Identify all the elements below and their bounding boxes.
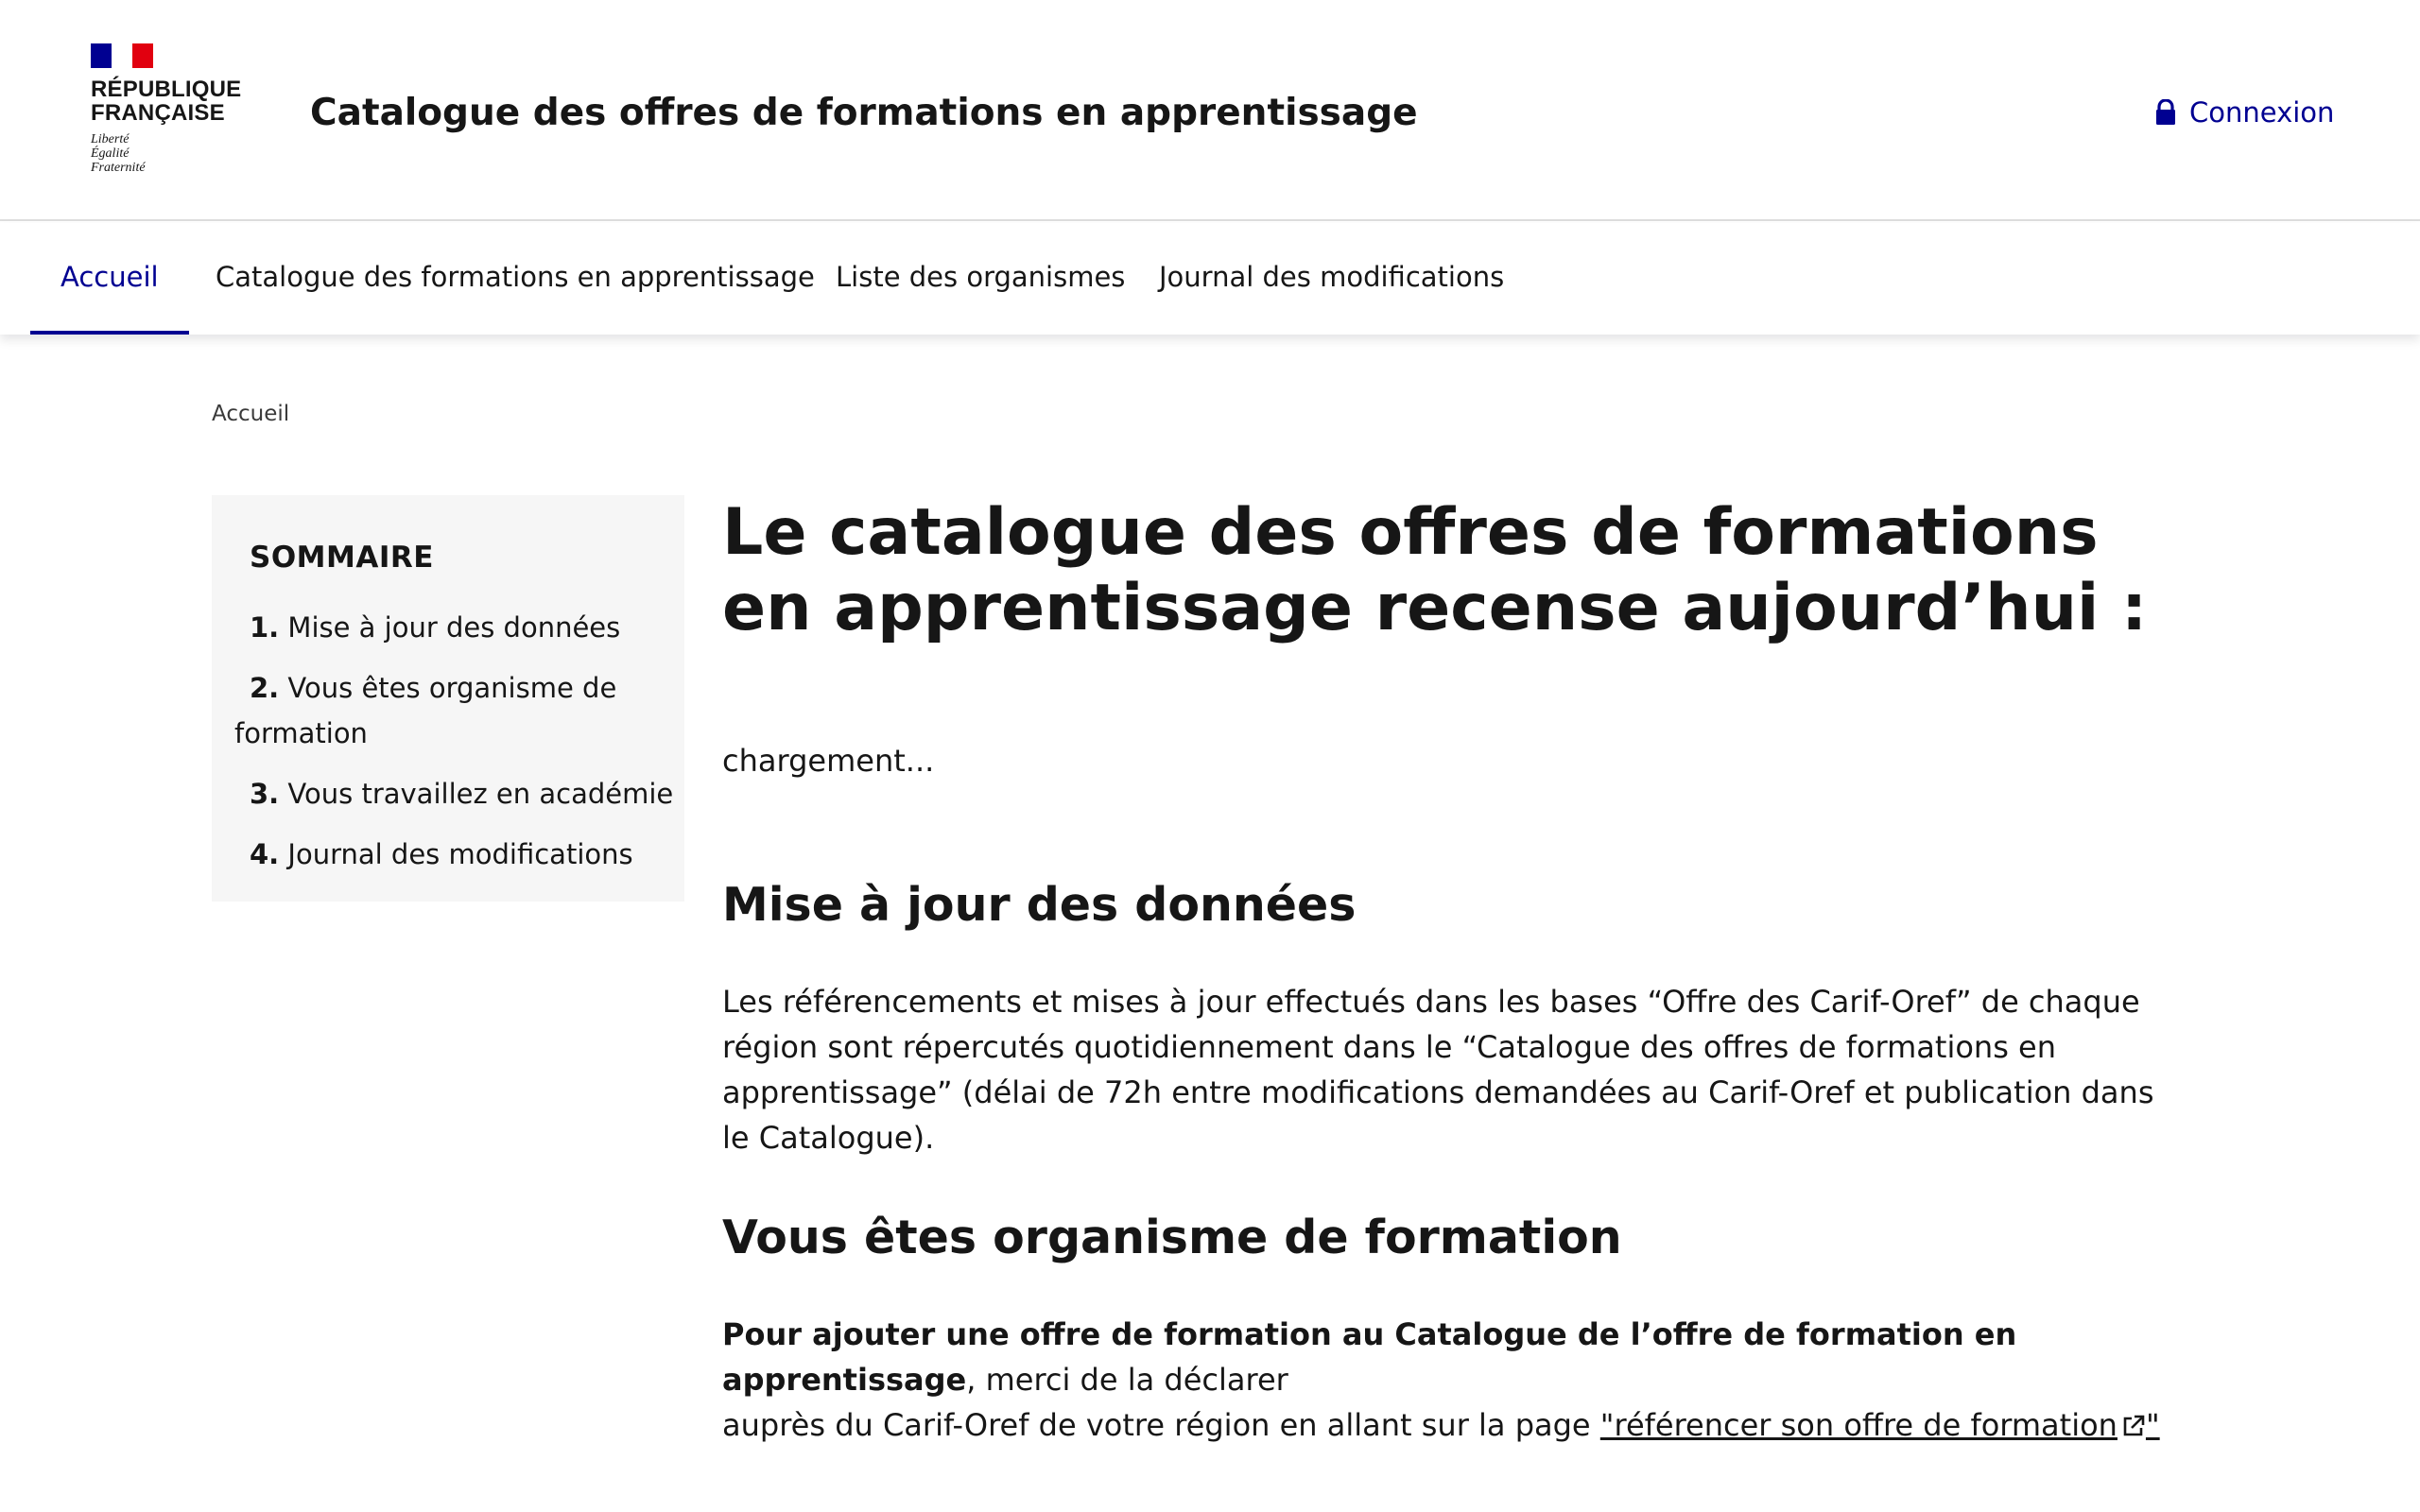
marianne-flag-icon: [91, 43, 153, 68]
sommaire-panel: SOMMAIRE 1. Mise à jour des données 2. V…: [212, 495, 684, 902]
sommaire-item-label: Mise à jour des données: [287, 611, 621, 644]
sommaire-item-number: 3.: [250, 778, 280, 810]
sommaire-item-number: 2.: [250, 672, 280, 704]
sommaire-item-2[interactable]: 2. Vous êtes organisme de formation: [234, 665, 650, 756]
nav-item-catalogue[interactable]: Catalogue des formations en apprentissag…: [185, 223, 845, 335]
sommaire-item-label: Vous travaillez en académie: [287, 778, 674, 810]
republique-francaise-logo[interactable]: RÉPUBLIQUE FRANÇAISE Liberté Égalité Fra…: [91, 43, 242, 183]
sommaire-item-label: Vous êtes organisme de formation: [234, 672, 617, 749]
sommaire-item-4[interactable]: 4. Journal des modifications: [250, 832, 633, 877]
nav-item-accueil[interactable]: Accueil: [30, 223, 189, 335]
page-title: Le catalogue des offres de formations en…: [722, 495, 2148, 645]
loading-text: chargement...: [722, 743, 935, 779]
section-heading-mise-a-jour: Mise à jour des données: [722, 878, 1357, 932]
section-text-mise-a-jour: Les référencements et mises à jour effec…: [722, 984, 2154, 1156]
login-button[interactable]: Connexion: [2155, 96, 2334, 129]
sommaire-item-1[interactable]: 1. Mise à jour des données: [250, 605, 620, 650]
sommaire-item-number: 4.: [250, 838, 280, 870]
sommaire-item-number: 1.: [250, 611, 280, 644]
sommaire-item-3[interactable]: 3. Vous travaillez en académie: [250, 771, 673, 816]
main-navigation: Accueil Catalogue des formations en appr…: [0, 223, 2420, 335]
breadcrumb: Accueil: [212, 402, 289, 426]
referencer-offre-link[interactable]: "référencer son offre de formation ": [1600, 1407, 2160, 1443]
nav-item-journal[interactable]: Journal des modifications: [1129, 223, 1534, 335]
bold-intro-text: Pour ajouter une offre de formation au C…: [722, 1316, 2017, 1398]
sommaire-item-label: Journal des modifications: [287, 838, 633, 870]
logo-line-2: FRANÇAISE: [91, 100, 225, 126]
site-title[interactable]: Catalogue des offres de formations en ap…: [310, 91, 1418, 136]
logo-line-1: RÉPUBLIQUE: [91, 77, 242, 102]
intro-text-end: , merci de la déclarer: [966, 1362, 1288, 1398]
breadcrumb-current: Accueil: [212, 402, 290, 426]
external-link-icon: [2123, 1415, 2145, 1436]
referencer-offre-link-end: ": [2145, 1407, 2160, 1443]
logo-text: RÉPUBLIQUE FRANÇAISE: [91, 77, 242, 125]
sommaire-title: SOMMAIRE: [250, 541, 434, 575]
login-label: Connexion: [2189, 96, 2335, 129]
section-text-organisme: Pour ajouter une offre de formation au C…: [722, 1312, 2178, 1448]
section-heading-organisme: Vous êtes organisme de formation: [722, 1211, 1622, 1264]
logo-devise: Liberté Égalité Fraternité: [91, 132, 146, 175]
referencer-offre-link-label: "référencer son offre de formation: [1599, 1407, 2118, 1443]
nav-item-organismes[interactable]: Liste des organismes: [805, 223, 1155, 335]
intro-text-line2: auprès du Carif-Oref de votre région en …: [722, 1407, 1600, 1443]
lock-icon: [2156, 99, 2175, 125]
site-header: RÉPUBLIQUE FRANÇAISE Liberté Égalité Fra…: [0, 0, 2420, 221]
